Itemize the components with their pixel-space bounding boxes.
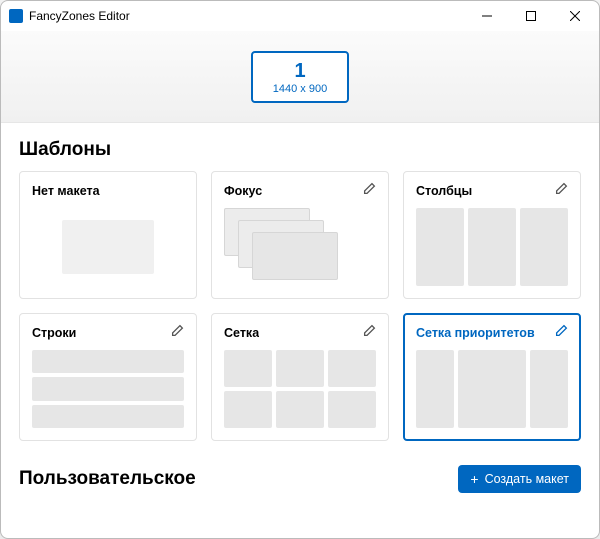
template-label: Нет макета: [32, 184, 100, 198]
app-window: FancyZones Editor 1 1440 x 900 Шаблоны Н…: [0, 0, 600, 539]
template-label: Сетка: [224, 326, 259, 340]
custom-heading: Пользовательское: [19, 468, 196, 490]
custom-section-row: Пользовательское + Создать макет: [19, 465, 581, 505]
pencil-icon[interactable]: [555, 182, 568, 200]
content-scroll[interactable]: Шаблоны Нет макета Фокус Столбцы: [1, 123, 599, 538]
template-card-priority[interactable]: Сетка приоритетов: [403, 313, 581, 441]
monitor-card[interactable]: 1 1440 x 900: [251, 51, 349, 103]
template-label: Фокус: [224, 184, 262, 198]
pencil-icon[interactable]: [171, 324, 184, 342]
monitor-selector-bar: 1 1440 x 900: [1, 31, 599, 123]
window-title: FancyZones Editor: [29, 9, 465, 23]
template-label: Сетка приоритетов: [416, 326, 535, 340]
template-card-focus[interactable]: Фокус: [211, 171, 389, 299]
template-preview: [32, 208, 184, 286]
template-preview: [416, 350, 568, 428]
template-preview: [416, 208, 568, 286]
templates-grid: Нет макета Фокус Столбцы: [19, 171, 581, 441]
monitor-number: 1: [273, 59, 327, 83]
close-button[interactable]: [553, 1, 597, 31]
pencil-icon[interactable]: [363, 324, 376, 342]
pencil-icon[interactable]: [363, 182, 376, 200]
template-preview: [224, 208, 376, 286]
create-layout-button[interactable]: + Создать макет: [458, 465, 581, 493]
template-preview: [32, 350, 184, 428]
plus-icon: +: [470, 472, 478, 486]
template-label: Столбцы: [416, 184, 472, 198]
template-card-none[interactable]: Нет макета: [19, 171, 197, 299]
window-controls: [465, 1, 597, 31]
pencil-icon[interactable]: [555, 324, 568, 342]
template-card-columns[interactable]: Столбцы: [403, 171, 581, 299]
template-card-rows[interactable]: Строки: [19, 313, 197, 441]
template-label: Строки: [32, 326, 76, 340]
template-preview: [224, 350, 376, 428]
create-layout-label: Создать макет: [485, 472, 569, 486]
app-icon: [9, 9, 23, 23]
maximize-button[interactable]: [509, 1, 553, 31]
template-card-grid[interactable]: Сетка: [211, 313, 389, 441]
templates-heading: Шаблоны: [19, 139, 581, 161]
minimize-button[interactable]: [465, 1, 509, 31]
titlebar: FancyZones Editor: [1, 1, 599, 31]
monitor-resolution: 1440 x 900: [273, 83, 327, 95]
